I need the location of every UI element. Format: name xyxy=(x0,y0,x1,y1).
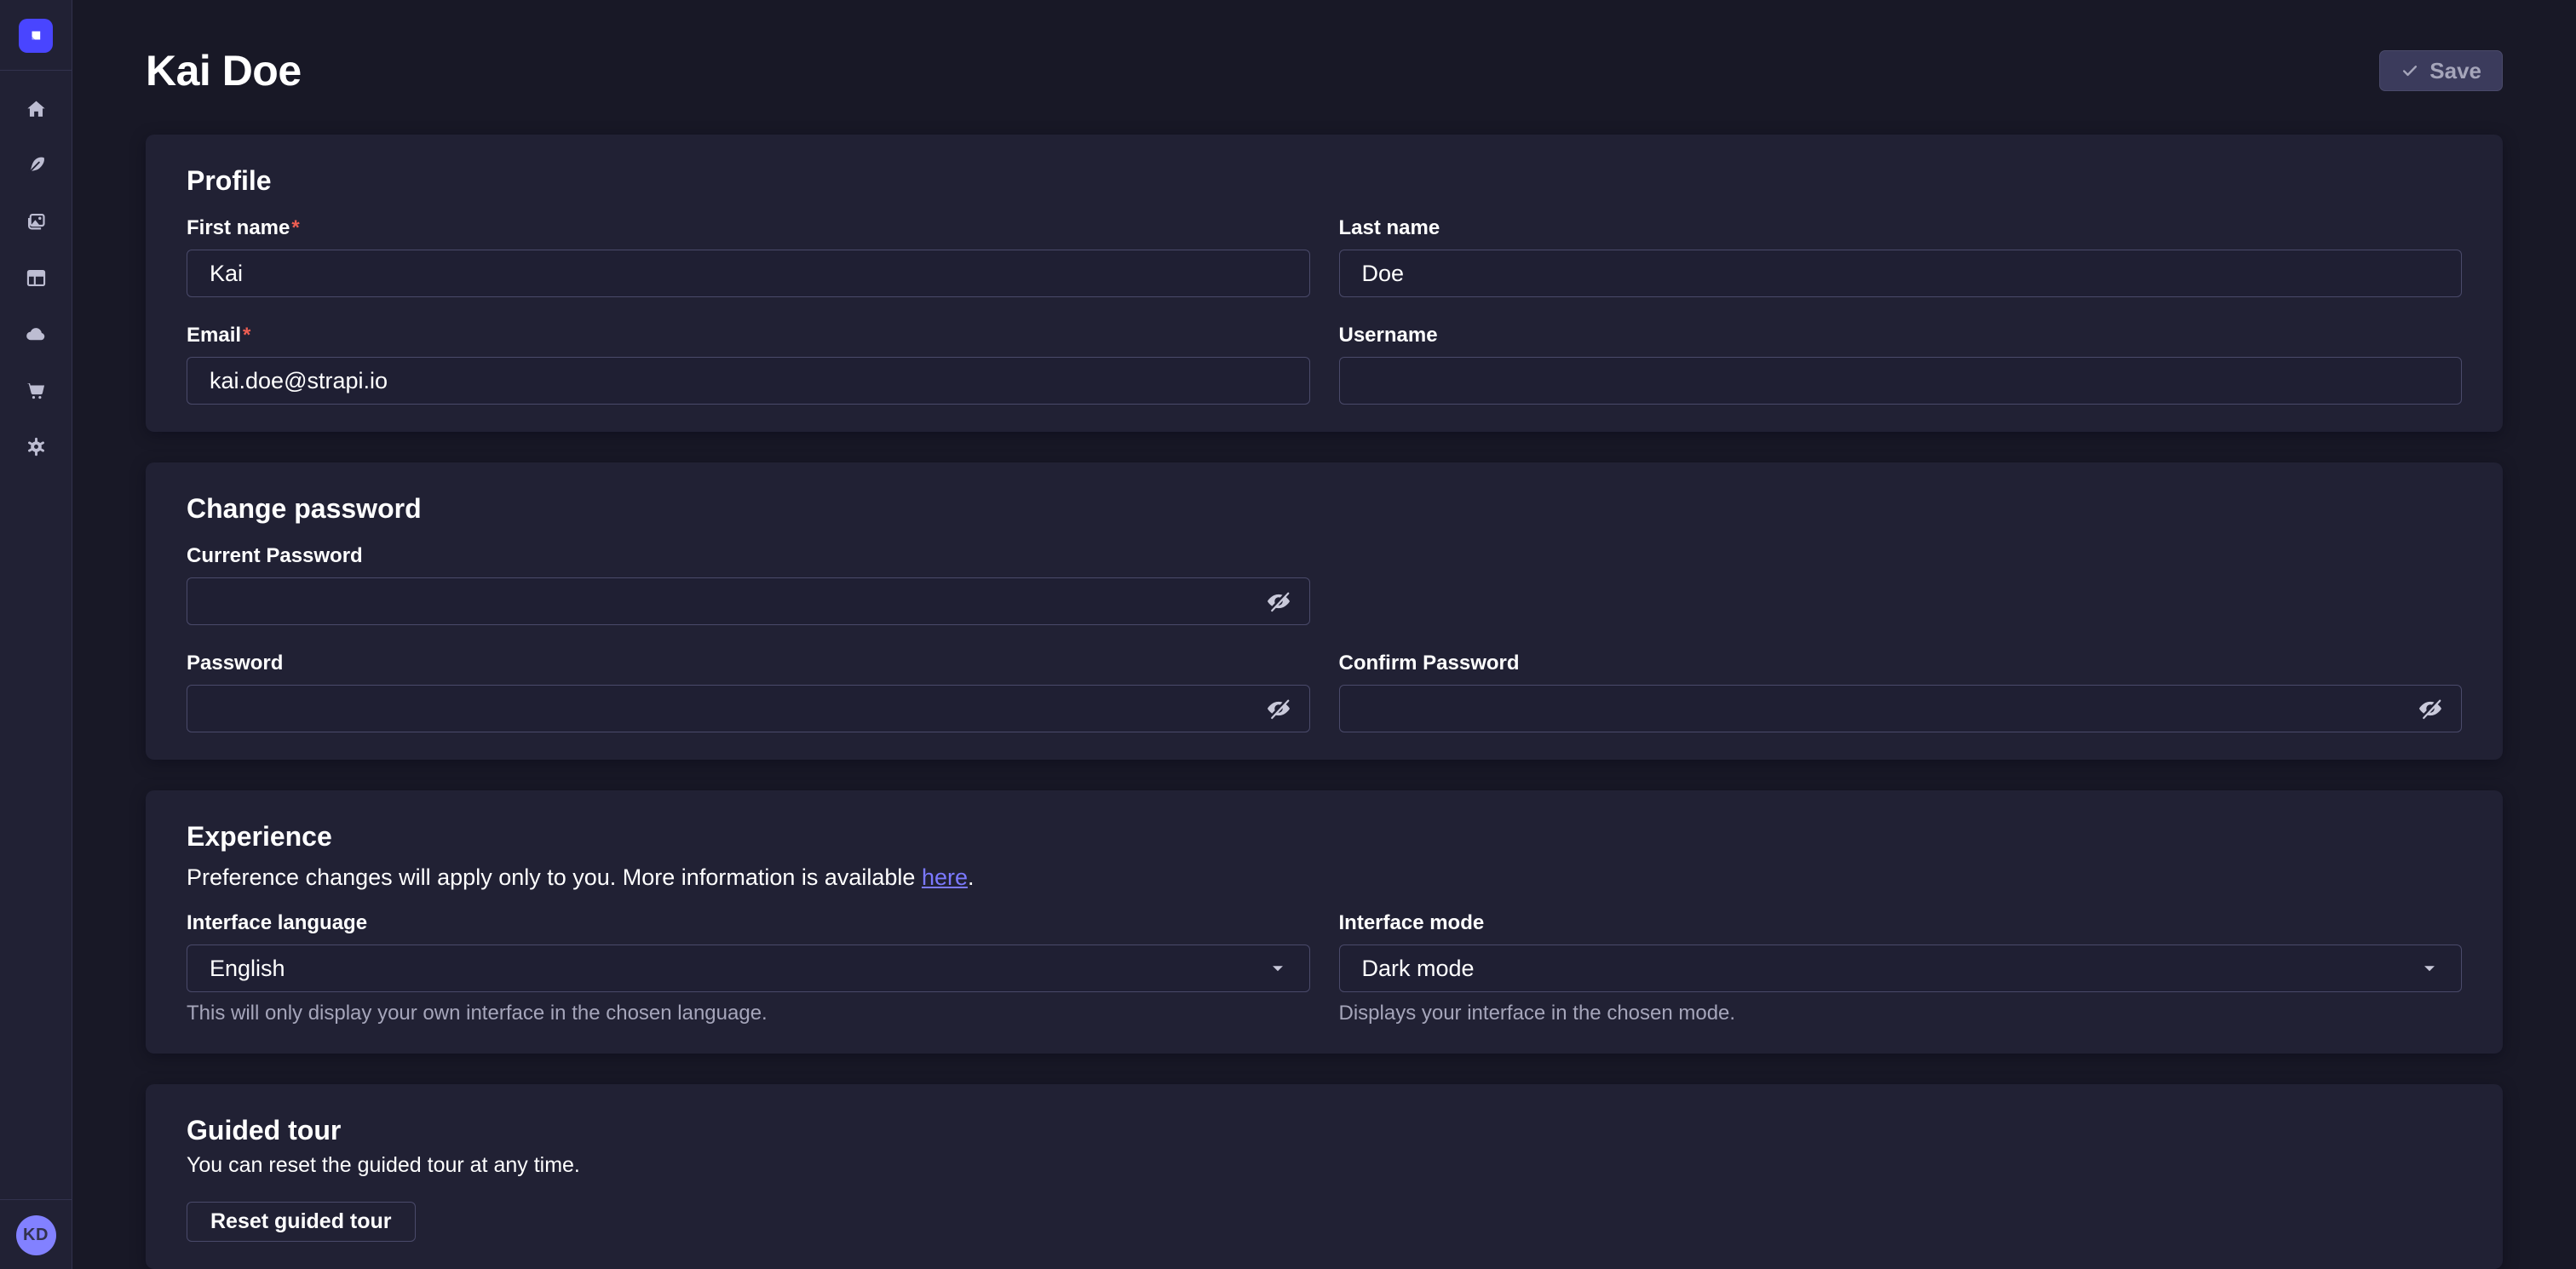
required-asterisk: * xyxy=(243,324,250,347)
strapi-logo[interactable] xyxy=(19,19,53,53)
experience-section-title: Experience xyxy=(187,821,2462,853)
profile-section-title: Profile xyxy=(187,165,2462,197)
interface-mode-field: Interface mode Dark mode Displays your i… xyxy=(1339,910,2463,1026)
layout-icon xyxy=(25,267,48,290)
strapi-logo-icon xyxy=(26,26,46,46)
interface-mode-value: Dark mode xyxy=(1362,956,1475,982)
home-icon xyxy=(25,98,48,121)
sidebar-item-content-type-builder[interactable] xyxy=(12,250,60,306)
more-information-link[interactable]: here xyxy=(922,864,968,890)
sidebar: KD xyxy=(0,0,72,1269)
profile-section: Profile First name* Last name Email* xyxy=(146,135,2503,432)
required-asterisk: * xyxy=(291,216,299,239)
cloud-icon xyxy=(25,323,48,346)
new-password-label: Password xyxy=(187,651,1310,676)
confirm-password-field: Confirm Password xyxy=(1339,651,2463,732)
first-name-input[interactable] xyxy=(187,250,1310,297)
cart-icon xyxy=(25,379,48,402)
last-name-field: Last name xyxy=(1339,215,2463,297)
caret-down-icon xyxy=(1268,959,1287,978)
last-name-input[interactable] xyxy=(1339,250,2463,297)
interface-language-hint: This will only display your own interfac… xyxy=(187,1001,1310,1026)
sidebar-item-marketplace[interactable] xyxy=(12,362,60,418)
interface-language-field: Interface language English This will onl… xyxy=(187,910,1310,1026)
username-field: Username xyxy=(1339,323,2463,405)
sidebar-item-deploy[interactable] xyxy=(12,306,60,362)
media-library-icon xyxy=(25,210,48,233)
sidebar-item-home[interactable] xyxy=(12,81,60,137)
interface-language-select[interactable]: English xyxy=(187,945,1310,992)
save-button[interactable]: Save xyxy=(2379,50,2503,91)
email-input[interactable] xyxy=(187,357,1310,405)
avatar-initials: KD xyxy=(23,1226,49,1245)
change-password-section: Change password Current Password xyxy=(146,462,2503,760)
interface-language-value: English xyxy=(210,956,285,982)
sidebar-nav xyxy=(12,81,60,1199)
confirm-password-input[interactable] xyxy=(1339,685,2463,732)
guided-tour-description: You can reset the guided tour at any tim… xyxy=(187,1153,2462,1178)
sidebar-item-settings[interactable] xyxy=(12,418,60,474)
eye-off-icon xyxy=(2418,696,2443,721)
first-name-field: First name* xyxy=(187,215,1310,297)
last-name-label: Last name xyxy=(1339,215,2463,241)
current-password-field: Current Password xyxy=(187,543,1310,625)
sidebar-footer: KD xyxy=(0,1199,72,1269)
main-content: Kai Doe Save Profile First name* Last na… xyxy=(72,0,2576,1269)
current-password-input[interactable] xyxy=(187,577,1310,625)
reset-guided-tour-button[interactable]: Reset guided tour xyxy=(187,1202,416,1242)
experience-section: Experience Preference changes will apply… xyxy=(146,790,2503,1054)
experience-fields-grid: Interface language English This will onl… xyxy=(187,910,2462,1026)
save-button-label: Save xyxy=(2429,58,2481,84)
gear-icon xyxy=(25,435,48,458)
user-avatar[interactable]: KD xyxy=(16,1215,56,1255)
confirm-password-label: Confirm Password xyxy=(1339,651,2463,676)
page-title: Kai Doe xyxy=(146,46,302,95)
username-label: Username xyxy=(1339,323,2463,348)
check-icon xyxy=(2401,61,2419,80)
email-field: Email* xyxy=(187,323,1310,405)
toggle-current-password-visibility-button[interactable] xyxy=(1266,589,1291,614)
experience-description: Preference changes will apply only to yo… xyxy=(187,863,2462,892)
page-header: Kai Doe Save xyxy=(146,0,2503,95)
toggle-new-password-visibility-button[interactable] xyxy=(1266,696,1291,721)
change-password-section-title: Change password xyxy=(187,493,2462,525)
profile-fields-grid: First name* Last name Email* xyxy=(187,215,2462,405)
eye-off-icon xyxy=(1266,696,1291,721)
sidebar-item-content-manager[interactable] xyxy=(12,137,60,193)
interface-language-label: Interface language xyxy=(187,910,1310,936)
guided-tour-section-title: Guided tour xyxy=(187,1115,2462,1146)
interface-mode-hint: Displays your interface in the chosen mo… xyxy=(1339,1001,2463,1026)
first-name-label: First name* xyxy=(187,215,1310,241)
guided-tour-section: Guided tour You can reset the guided tou… xyxy=(146,1084,2503,1269)
username-input[interactable] xyxy=(1339,357,2463,405)
current-password-label: Current Password xyxy=(187,543,1310,569)
new-password-field: Password xyxy=(187,651,1310,732)
grid-spacer xyxy=(1339,543,2463,625)
sidebar-item-media-library[interactable] xyxy=(12,193,60,250)
new-password-input[interactable] xyxy=(187,685,1310,732)
interface-mode-select[interactable]: Dark mode xyxy=(1339,945,2463,992)
email-label: Email* xyxy=(187,323,1310,348)
password-fields-grid: Current Password Pass xyxy=(187,543,2462,732)
caret-down-icon xyxy=(2420,959,2439,978)
toggle-confirm-password-visibility-button[interactable] xyxy=(2418,696,2443,721)
interface-mode-label: Interface mode xyxy=(1339,910,2463,936)
settings-sections: Profile First name* Last name Email* xyxy=(146,135,2503,1269)
feather-icon xyxy=(25,154,48,177)
logo-container xyxy=(0,0,72,71)
eye-off-icon xyxy=(1266,589,1291,614)
